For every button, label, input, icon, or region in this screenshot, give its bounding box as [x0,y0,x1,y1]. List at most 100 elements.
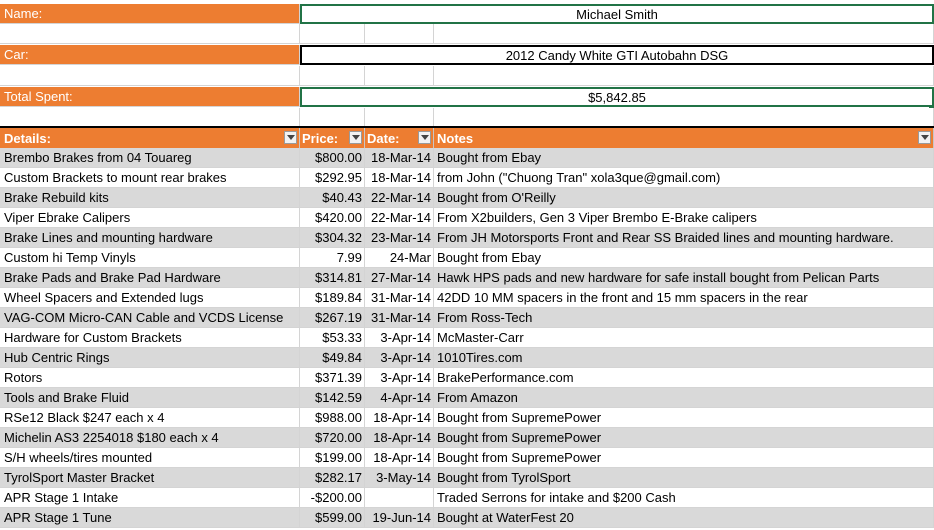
cell-price[interactable]: $720.00 [300,428,365,448]
cell-price[interactable]: $53.33 [300,328,365,348]
cell-details[interactable]: VAG-COM Micro-CAN Cable and VCDS License [0,308,300,328]
cell-notes[interactable]: 1010Tires.com [434,348,934,368]
car-label-cell[interactable]: Car: [0,45,300,65]
cell-date[interactable]: 3-Apr-14 [365,328,434,348]
cell-date[interactable]: 31-Mar-14 [365,288,434,308]
empty-cell[interactable] [0,24,300,44]
cell-price[interactable]: $40.43 [300,188,365,208]
empty-cell[interactable] [434,108,934,128]
cell-date[interactable] [365,488,434,508]
cell-date[interactable]: 19-Jun-14 [365,508,434,528]
cell-notes[interactable]: Bought from TyrolSport [434,468,934,488]
cell-notes[interactable]: McMaster-Carr [434,328,934,348]
cell-price[interactable]: $988.00 [300,408,365,428]
name-label-cell[interactable]: Name: [0,4,300,24]
cell-price[interactable]: 7.99 [300,248,365,268]
cell-price[interactable]: $599.00 [300,508,365,528]
cell-price[interactable]: $282.17 [300,468,365,488]
cell-notes[interactable]: Bought from SupremePower [434,408,934,428]
cell-details[interactable]: Brake Pads and Brake Pad Hardware [0,268,300,288]
cell-details[interactable]: Hardware for Custom Brackets [0,328,300,348]
cell-details[interactable]: Hub Centric Rings [0,348,300,368]
cell-details[interactable]: RSe12 Black $247 each x 4 [0,408,300,428]
cell-details[interactable]: S/H wheels/tires mounted [0,448,300,468]
header-date[interactable]: Date: [365,128,434,149]
cell-details[interactable]: Tools and Brake Fluid [0,388,300,408]
empty-cell[interactable] [300,24,365,44]
empty-cell[interactable] [0,108,300,128]
cell-date[interactable]: 18-Mar-14 [365,168,434,188]
cell-price[interactable]: $314.81 [300,268,365,288]
cell-details[interactable]: Custom Brackets to mount rear brakes [0,168,300,188]
empty-cell[interactable] [365,66,434,86]
cell-notes[interactable]: Bought from Ebay [434,248,934,268]
cell-date[interactable]: 4-Apr-14 [365,388,434,408]
empty-cell[interactable] [365,24,434,44]
cell-price[interactable]: $800.00 [300,148,365,168]
cell-details[interactable]: Brake Lines and mounting hardware [0,228,300,248]
cell-date[interactable]: 23-Mar-14 [365,228,434,248]
empty-cell[interactable] [300,108,365,128]
cell-price[interactable]: -$200.00 [300,488,365,508]
cell-price[interactable]: $420.00 [300,208,365,228]
header-details[interactable]: Details: [0,128,300,149]
cell-date[interactable]: 18-Apr-14 [365,408,434,428]
header-price[interactable]: Price: [300,128,365,149]
cell-date[interactable]: 22-Mar-14 [365,188,434,208]
cell-price[interactable]: $49.84 [300,348,365,368]
cell-price[interactable]: $292.95 [300,168,365,188]
cell-notes[interactable]: From X2builders, Gen 3 Viper Brembo E-Br… [434,208,934,228]
cell-notes[interactable]: from John ("Chuong Tran" xola3que@gmail.… [434,168,934,188]
cell-price[interactable]: $142.59 [300,388,365,408]
cell-details[interactable]: Custom hi Temp Vinyls [0,248,300,268]
cell-date[interactable]: 18-Mar-14 [365,148,434,168]
name-value-cell[interactable]: Michael Smith [300,4,934,24]
cell-details[interactable]: Wheel Spacers and Extended lugs [0,288,300,308]
cell-notes[interactable]: Bought from SupremePower [434,448,934,468]
filter-dropdown-icon[interactable] [918,131,931,144]
cell-details[interactable]: APR Stage 1 Intake [0,488,300,508]
cell-price[interactable]: $304.32 [300,228,365,248]
cell-date[interactable]: 3-May-14 [365,468,434,488]
cell-notes[interactable]: From JH Motorsports Front and Rear SS Br… [434,228,934,248]
cell-details[interactable]: Rotors [0,368,300,388]
cell-notes[interactable]: From Amazon [434,388,934,408]
empty-cell[interactable] [434,24,934,44]
cell-details[interactable]: APR Stage 1 Tune [0,508,300,528]
cell-details[interactable]: Michelin AS3 2254018 $180 each x 4 [0,428,300,448]
empty-cell[interactable] [434,66,934,86]
cell-details[interactable]: Brembo Brakes from 04 Touareg [0,148,300,168]
cell-notes[interactable]: BrakePerformance.com [434,368,934,388]
filter-dropdown-icon[interactable] [284,131,297,144]
filter-dropdown-icon[interactable] [418,131,431,144]
cell-details[interactable]: Viper Ebrake Calipers [0,208,300,228]
cell-notes[interactable]: Bought from O'Reilly [434,188,934,208]
filter-dropdown-icon[interactable] [349,131,362,144]
cell-date[interactable]: 27-Mar-14 [365,268,434,288]
cell-notes[interactable]: Bought from SupremePower [434,428,934,448]
total-label-cell[interactable]: Total Spent: [0,87,300,107]
cell-details[interactable]: TyrolSport Master Bracket [0,468,300,488]
cell-price[interactable]: $267.19 [300,308,365,328]
cell-date[interactable]: 24-Mar [365,248,434,268]
cell-date[interactable]: 3-Apr-14 [365,368,434,388]
cell-notes[interactable]: Traded Serrons for intake and $200 Cash [434,488,934,508]
cell-date[interactable]: 18-Apr-14 [365,448,434,468]
empty-cell[interactable] [300,66,365,86]
empty-cell[interactable] [365,108,434,128]
car-value-cell[interactable]: 2012 Candy White GTI Autobahn DSG [300,45,934,65]
cell-date[interactable]: 18-Apr-14 [365,428,434,448]
header-notes[interactable]: Notes [434,128,934,149]
total-value-cell[interactable]: $5,842.85 [300,87,934,107]
cell-notes[interactable]: Hawk HPS pads and new hardware for safe … [434,268,934,288]
cell-notes[interactable]: Bought at WaterFest 20 [434,508,934,528]
cell-price[interactable]: $199.00 [300,448,365,468]
cell-date[interactable]: 22-Mar-14 [365,208,434,228]
cell-notes[interactable]: From Ross-Tech [434,308,934,328]
cell-date[interactable]: 3-Apr-14 [365,348,434,368]
cell-price[interactable]: $371.39 [300,368,365,388]
cell-details[interactable]: Brake Rebuild kits [0,188,300,208]
empty-cell[interactable] [0,66,300,86]
cell-notes[interactable]: Bought from Ebay [434,148,934,168]
cell-price[interactable]: $189.84 [300,288,365,308]
